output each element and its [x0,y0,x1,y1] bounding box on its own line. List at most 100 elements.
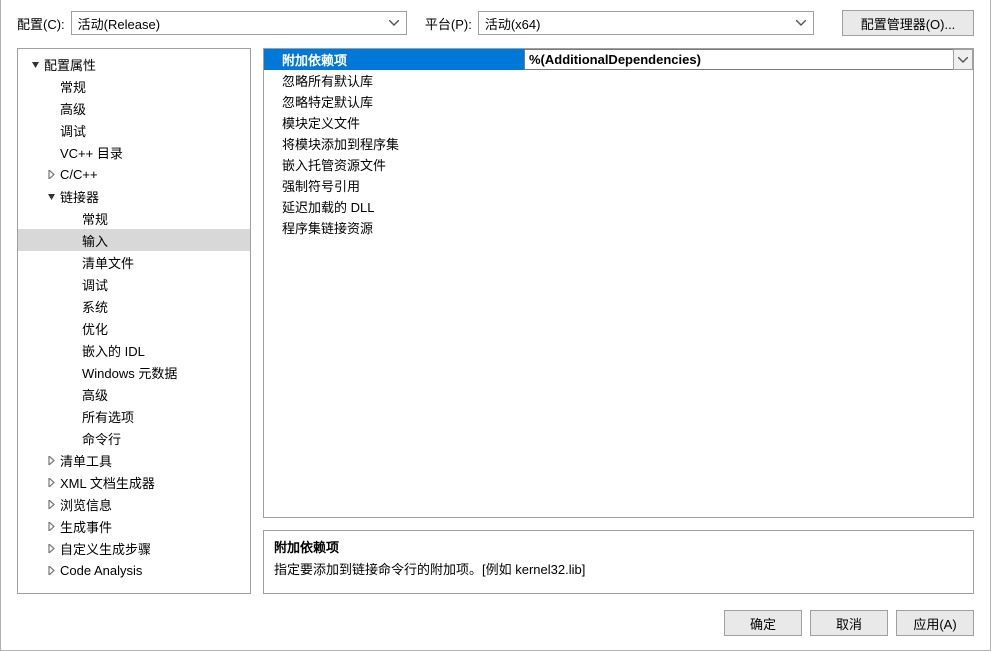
tree-item-label: Code Analysis [60,563,142,578]
tree-item-label: 链接器 [60,187,99,206]
tree-item-label: 系统 [82,297,108,316]
property-value [524,154,973,175]
platform-combo-value: 活动(x64) [485,14,541,33]
tree-item-label: 输入 [82,231,108,250]
tree-item-label: 命令行 [82,429,121,448]
property-row[interactable]: 忽略特定默认库 [264,91,973,112]
tree-item[interactable]: 调试 [18,273,250,295]
chevron-right-icon [44,497,58,511]
tree-panel: 配置属性常规高级调试VC++ 目录C/C++链接器常规输入清单文件调试系统优化嵌… [17,48,251,594]
property-grid: 附加依赖项%(AdditionalDependencies)忽略所有默认库忽略特… [263,48,974,518]
tree-item[interactable]: 所有选项 [18,405,250,427]
property-row[interactable]: 嵌入托管资源文件 [264,154,973,175]
chevron-right-icon [44,475,58,489]
tree-arrow-placeholder [66,387,80,401]
chevron-right-icon [44,167,58,181]
tree-arrow-placeholder [66,255,80,269]
tree-item[interactable]: 清单工具 [18,449,250,471]
tree-item[interactable]: 自定义生成步骤 [18,537,250,559]
config-manager-button[interactable]: 配置管理器(O)... [842,10,974,36]
property-row[interactable]: 延迟加载的 DLL [264,196,973,217]
tree-arrow-placeholder [66,343,80,357]
dialog-buttons: 确定 取消 应用(A) [1,600,990,650]
tree-item-label: 优化 [82,319,108,338]
tree-item[interactable]: 生成事件 [18,515,250,537]
tree-arrow-placeholder [66,321,80,335]
tree-item[interactable]: 常规 [18,207,250,229]
tree-arrow-placeholder [44,145,58,159]
property-label: 将模块添加到程序集 [264,133,524,154]
tree-arrow-placeholder [66,233,80,247]
property-label: 模块定义文件 [264,112,524,133]
tree-item[interactable]: 链接器 [18,185,250,207]
tree-item[interactable]: VC++ 目录 [18,141,250,163]
description-panel: 附加依赖项 指定要添加到链接命令行的附加项。[例如 kernel32.lib] [263,530,974,594]
tree-item[interactable]: 高级 [18,97,250,119]
property-row[interactable]: 强制符号引用 [264,175,973,196]
property-dropdown-button[interactable] [953,49,973,70]
tree-item[interactable]: 常规 [18,75,250,97]
property-pages-dialog: 配置(C): 活动(Release) 平台(P): 活动(x64) 配置管理器(… [0,0,991,651]
tree-item-label: C/C++ [60,167,98,182]
main-area: 配置属性常规高级调试VC++ 目录C/C++链接器常规输入清单文件调试系统优化嵌… [1,42,990,600]
tree-item[interactable]: 高级 [18,383,250,405]
tree-item[interactable]: C/C++ [18,163,250,185]
tree-item-label: 所有选项 [82,407,134,426]
chevron-right-icon [44,541,58,555]
property-row[interactable]: 程序集链接资源 [264,217,973,238]
property-label: 忽略所有默认库 [264,70,524,91]
property-label: 程序集链接资源 [264,217,524,238]
property-value [524,91,973,112]
ok-button[interactable]: 确定 [724,610,802,636]
tree-item[interactable]: 清单文件 [18,251,250,273]
tree-item[interactable]: 浏览信息 [18,493,250,515]
tree-arrow-placeholder [66,409,80,423]
tree-item[interactable]: Windows 元数据 [18,361,250,383]
platform-combo[interactable]: 活动(x64) [478,11,814,35]
property-value [524,112,973,133]
tree-item-label: 高级 [60,99,86,118]
property-row[interactable]: 附加依赖项%(AdditionalDependencies) [264,49,973,70]
property-value [524,217,973,238]
tree-arrow-placeholder [44,101,58,115]
tree-arrow-placeholder [44,79,58,93]
tree-item[interactable]: 系统 [18,295,250,317]
tree-item[interactable]: 优化 [18,317,250,339]
tree-arrow-placeholder [66,211,80,225]
tree-item-label: 高级 [82,385,108,404]
tree-item[interactable]: 调试 [18,119,250,141]
chevron-right-icon [44,519,58,533]
tree-scroll[interactable]: 配置属性常规高级调试VC++ 目录C/C++链接器常规输入清单文件调试系统优化嵌… [18,49,250,593]
property-row[interactable]: 忽略所有默认库 [264,70,973,91]
property-row[interactable]: 将模块添加到程序集 [264,133,973,154]
tree-arrow-placeholder [66,277,80,291]
property-value[interactable]: %(AdditionalDependencies) [524,49,953,70]
property-label: 忽略特定默认库 [264,91,524,112]
tree-item[interactable]: 配置属性 [18,53,250,75]
property-label: 附加依赖项 [264,49,524,70]
tree-arrow-placeholder [66,431,80,445]
property-label: 嵌入托管资源文件 [264,154,524,175]
config-combo[interactable]: 活动(Release) [71,11,407,35]
tree-item[interactable]: 嵌入的 IDL [18,339,250,361]
property-value [524,133,973,154]
tree-item-label: 调试 [60,121,86,140]
right-side: 附加依赖项%(AdditionalDependencies)忽略所有默认库忽略特… [263,48,974,594]
chevron-down-icon [44,189,58,203]
tree-item-label: 调试 [82,275,108,294]
tree-arrow-placeholder [66,299,80,313]
property-row[interactable]: 模块定义文件 [264,112,973,133]
tree-item[interactable]: 输入 [18,229,250,251]
apply-button[interactable]: 应用(A) [896,610,974,636]
property-value [524,70,973,91]
chevron-down-icon [958,57,968,63]
tree-item[interactable]: XML 文档生成器 [18,471,250,493]
tree-item[interactable]: 命令行 [18,427,250,449]
property-label: 强制符号引用 [264,175,524,196]
cancel-button[interactable]: 取消 [810,610,888,636]
tree-item-label: 清单文件 [82,253,134,272]
tree-item-label: 常规 [60,77,86,96]
tree-item-label: VC++ 目录 [60,143,123,162]
tree-item[interactable]: Code Analysis [18,559,250,581]
chevron-down-icon [28,57,42,71]
